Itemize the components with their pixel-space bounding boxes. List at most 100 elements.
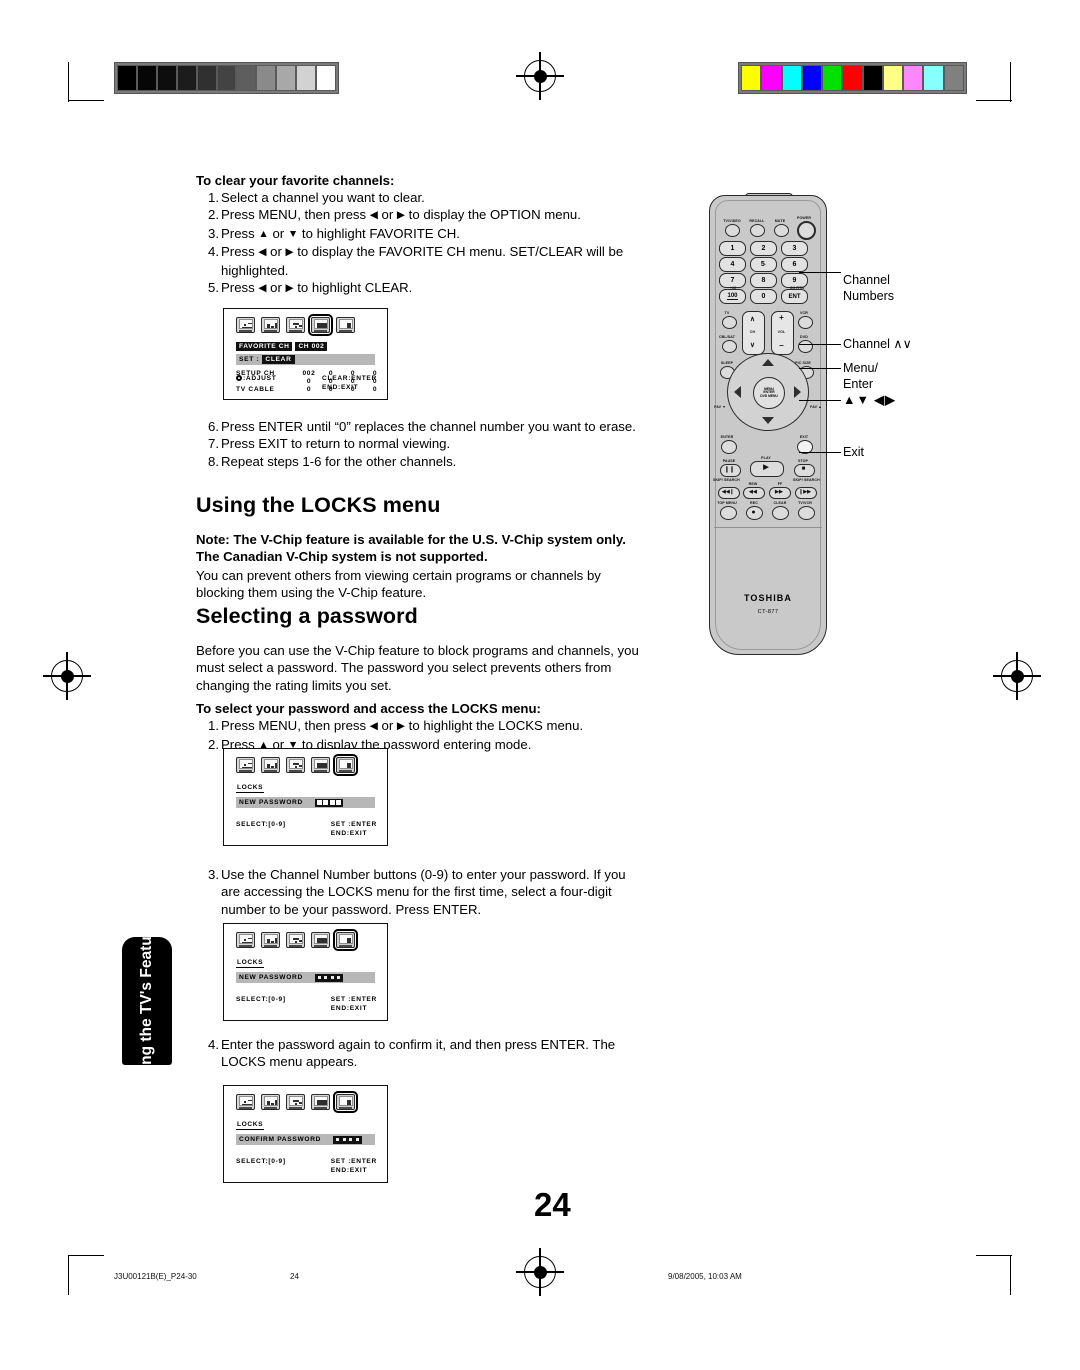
osd-menu-icon-1[interactable]	[261, 932, 280, 948]
remote-label-tvvcr: TV/VCR	[798, 501, 812, 505]
remote-button-enter[interactable]	[721, 440, 737, 454]
remote-key-2[interactable]: 2	[750, 241, 777, 256]
stop-icon: ■	[801, 466, 806, 472]
osd-menu-icon-3[interactable]	[311, 757, 330, 773]
osd-menu-icon-0[interactable]	[236, 757, 255, 773]
remote-button-tvvideo[interactable]	[725, 224, 740, 237]
step-text: Press EXIT to return to normal viewing.	[221, 436, 451, 452]
osd-menu-icon-3[interactable]	[311, 1094, 330, 1110]
osd-set-row[interactable]: SET : CLEAR	[236, 354, 375, 365]
osd-menu-icon-4[interactable]	[333, 1091, 358, 1113]
osd-menu-icon-1[interactable]	[261, 317, 280, 333]
osd-menu-icon-3[interactable]	[308, 314, 333, 336]
osd-menu-icon-2[interactable]	[286, 1094, 305, 1110]
remote-button-cblsat[interactable]	[722, 340, 737, 353]
remote-button-clear[interactable]	[772, 506, 789, 520]
osd-password-row[interactable]: NEW PASSWORD	[236, 972, 375, 983]
osd-menu-icon-1[interactable]	[261, 757, 280, 773]
osd-menu-icon-0[interactable]	[236, 1094, 255, 1110]
remote-label-skip-search-left: SKIP/ SEARCH	[713, 478, 740, 482]
password-digit-boxes[interactable]	[314, 973, 344, 982]
remote-key-6[interactable]: 6	[781, 257, 808, 272]
skip-back-icon: ◀◀❙	[721, 489, 735, 495]
remote-button-power[interactable]	[797, 221, 816, 240]
skip-forward-icon: ❙▶▶	[798, 489, 812, 495]
remote-button-menu-enter[interactable]: MENU ENTER DVD MENU	[753, 377, 785, 409]
registration-mark-top	[516, 52, 564, 100]
osd-menu-icon-2[interactable]	[286, 932, 305, 948]
footer-timestamp: 9/08/2005, 10:03 AM	[668, 1272, 742, 1281]
rewind-icon: ◀◀	[749, 489, 757, 495]
calibration-patch	[741, 65, 762, 91]
arrow-down-icon[interactable]	[762, 417, 774, 424]
remote-button-tvvcr[interactable]	[798, 506, 815, 520]
arrow-left-icon[interactable]	[734, 386, 741, 398]
osd-password-row[interactable]: NEW PASSWORD	[236, 797, 375, 808]
remote-label-ch: CH	[749, 330, 756, 334]
osd-menu-icon-4[interactable]	[333, 754, 358, 776]
pause-icon: ❙❙	[724, 467, 735, 473]
step-number: 2.	[208, 736, 219, 752]
password-digit	[316, 975, 322, 980]
osd-title-left: FAVORITE CH	[236, 342, 293, 351]
osd-menu-icon-4[interactable]	[333, 929, 358, 951]
remote-key-ent[interactable]: ENT	[781, 289, 808, 304]
remote-button-tv[interactable]	[722, 316, 737, 329]
instruction-step: 1. Select a channel you want to clear.	[196, 189, 646, 206]
remote-button-dvd[interactable]	[798, 340, 813, 353]
remote-key-4[interactable]: 4	[719, 257, 746, 272]
remote-key-8[interactable]: 8	[750, 273, 777, 288]
osd-footer: SELECT:[0-9] SET :ENTER END:EXIT	[236, 996, 377, 1013]
callout-arrows: ▲▼ ◀▶	[843, 393, 896, 407]
clear-favorites-steps-continued: 6. Press ENTER until “0” replaces the cha…	[196, 418, 646, 470]
fastforward-icon: ▶▶	[775, 489, 783, 495]
arrow-up-icon[interactable]	[762, 359, 774, 366]
remote-key-100[interactable]: 100	[719, 289, 746, 304]
remote-key-1[interactable]: 1	[719, 241, 746, 256]
remote-label-skip-search-right: SKIP/ SEARCH	[793, 478, 820, 482]
remote-key-0[interactable]: 0	[750, 289, 777, 304]
step-number: 4.	[208, 1037, 219, 1052]
osd-menu-icon-2[interactable]	[286, 757, 305, 773]
osd-screenshot-confirm-password: LOCKS CONFIRM PASSWORD SELECT:[0-9] SET :EN…	[223, 1085, 388, 1183]
remote-direction-pad[interactable]: MENU ENTER DVD MENU	[727, 353, 809, 431]
callout-leader-exit	[799, 452, 841, 453]
section-tab-label: Using the TV's Features	[138, 913, 156, 1089]
password-digit	[336, 800, 342, 805]
osd-title-left: LOCKS	[236, 1121, 265, 1130]
osd-password-row[interactable]: CONFIRM PASSWORD	[236, 1134, 375, 1145]
remote-button-topmenu[interactable]	[720, 506, 737, 520]
section-tab: Using the TV's Features	[122, 913, 172, 1089]
remote-button-recall[interactable]	[750, 224, 765, 237]
remote-label-vcr: VCR	[800, 311, 808, 315]
osd-menu-icon-4[interactable]	[336, 317, 355, 333]
remote-button-mute[interactable]	[774, 224, 789, 237]
remote-key-3[interactable]: 3	[781, 241, 808, 256]
footer-page: 24	[290, 1272, 299, 1281]
volume-up-icon: +	[779, 313, 784, 322]
password-digit	[336, 975, 342, 980]
osd-icon-row	[224, 1086, 387, 1113]
password-digit-boxes[interactable]	[333, 1135, 362, 1144]
remote-key-5[interactable]: 5 ◦	[750, 257, 777, 272]
remote-label-stop: STOP	[797, 459, 809, 463]
osd-menu-icon-0[interactable]	[236, 317, 255, 333]
remote-label-dvd: DVD	[800, 335, 808, 339]
step-text: Use the Channel Number buttons (0-9) to …	[221, 867, 626, 917]
remote-button-vcr[interactable]	[798, 316, 813, 329]
arrow-right-icon[interactable]	[794, 386, 801, 398]
remote-label-rew: REW	[748, 482, 758, 486]
osd-menu-icon-3[interactable]	[311, 932, 330, 948]
osd-menu-icon-2[interactable]	[286, 317, 305, 333]
password-digit-boxes[interactable]	[314, 798, 344, 807]
osd-menu-icon-0[interactable]	[236, 932, 255, 948]
step-number: 3.	[208, 225, 219, 241]
calibration-patch	[136, 65, 157, 91]
remote-brand: TOSHIBA	[743, 593, 793, 603]
osd-menu-icon-1[interactable]	[261, 1094, 280, 1110]
osd-title: LOCKS	[224, 1121, 387, 1130]
instruction-step: 3. Press ▲ or ▼ to highlight FAVORITE CH.	[196, 225, 646, 243]
calibration-patch	[316, 65, 336, 91]
calibration-patch	[761, 65, 782, 91]
registration-mark-left	[43, 652, 91, 700]
